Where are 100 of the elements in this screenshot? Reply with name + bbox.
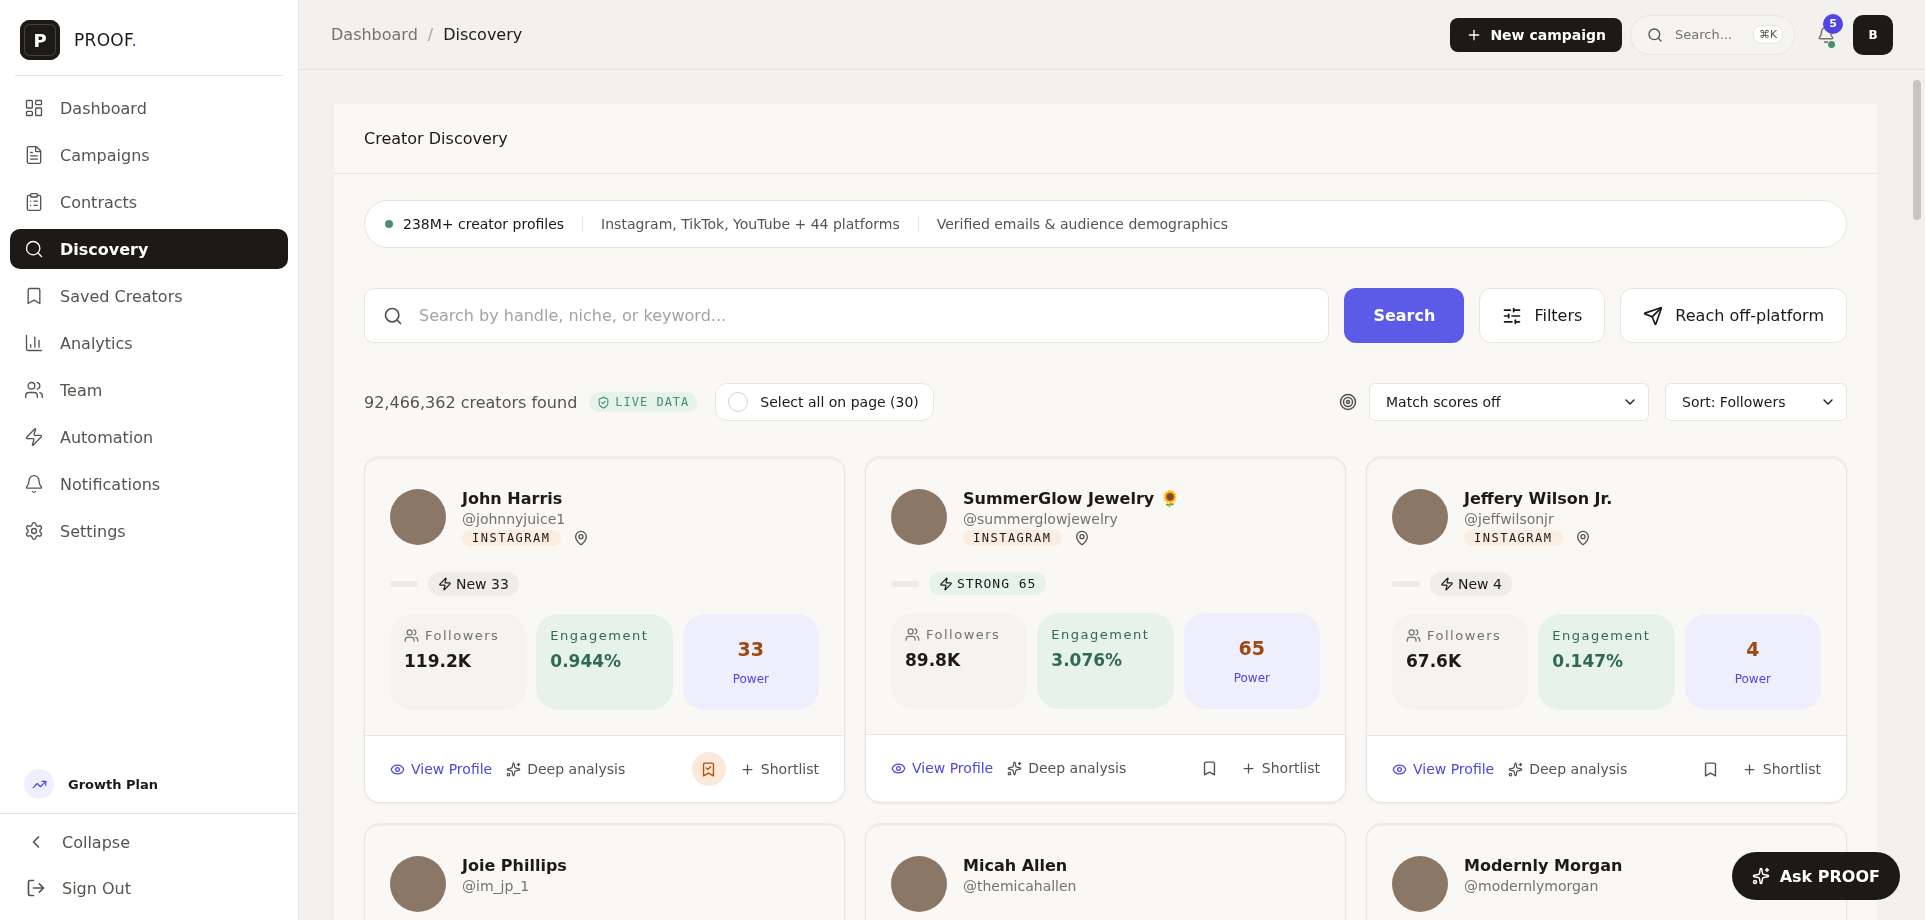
nav-icon — [24, 145, 44, 165]
sidebar-item[interactable]: Campaigns — [10, 135, 288, 175]
live-data-badge: LIVE DATA — [589, 392, 698, 412]
nav-icon — [24, 98, 44, 118]
nav-icon — [24, 192, 44, 212]
nav-icon — [24, 521, 44, 541]
search-field[interactable]: Search... — [1673, 26, 1743, 43]
ask-assistant-button[interactable]: Ask PROOF — [1731, 852, 1900, 900]
sidebar-item[interactable]: Contracts — [10, 182, 288, 222]
notification-icon[interactable] — [1817, 25, 1835, 44]
deep-analysis-link[interactable]: Deep analysis — [1007, 760, 1127, 776]
users-icon — [1406, 628, 1421, 643]
photo-placeholder — [390, 489, 446, 545]
user-avatar[interactable]: B — [1853, 14, 1893, 55]
bookmark-button[interactable] — [691, 752, 726, 786]
send-icon — [1643, 305, 1664, 326]
sidebar-item[interactable]: Dashboard — [10, 88, 288, 128]
bolt-icon — [438, 577, 452, 591]
sidebar-item[interactable]: Settings — [10, 511, 288, 551]
sidebar-item[interactable]: Notifications — [10, 464, 288, 504]
reach-off-platform-button[interactable]: Reach off-platform — [1620, 288, 1847, 343]
status-dot — [1828, 40, 1835, 48]
sign-out-button[interactable]: Sign Out — [10, 868, 288, 908]
match-score-select[interactable]: Match scores off — [1369, 383, 1649, 421]
nav-icon — [24, 380, 44, 400]
creator-handle: @jeffwilsonjr — [1464, 511, 1555, 527]
target-icon[interactable] — [1339, 393, 1357, 411]
creator-handle: @modernlymorgan — [1464, 878, 1600, 894]
metric-label: Engagement — [1552, 628, 1652, 643]
bolt-icon — [1440, 577, 1454, 591]
metric-label: Followers — [905, 627, 1014, 642]
stat-text: 238M+ creator profiles — [403, 216, 566, 232]
trend-icon — [24, 769, 54, 799]
collapse-button[interactable]: Collapse — [10, 822, 288, 862]
metric-value: 3.076% — [1051, 650, 1124, 670]
metric-label: Followers — [404, 628, 513, 643]
view-profile-link[interactable]: View Profile — [1392, 761, 1495, 777]
sidebar-item[interactable]: Discovery — [10, 229, 288, 269]
power-value: 33 — [737, 638, 765, 660]
power-label: Power — [1734, 672, 1771, 686]
sparkle-icon — [1751, 867, 1770, 885]
deep-analysis-link[interactable]: Deep analysis — [506, 761, 626, 777]
power-label: Power — [1233, 671, 1270, 685]
metric-value: 119.2K — [404, 651, 472, 671]
shortlist-button[interactable]: Shortlist — [1240, 760, 1320, 776]
metric-value: 0.944% — [550, 651, 623, 671]
creator-name: John Harris — [462, 489, 564, 508]
nav-icon — [24, 239, 44, 259]
creator-name: Modernly Morgan — [1464, 856, 1623, 875]
sparkle-icon — [1007, 760, 1023, 776]
creator-name: SummerGlow Jewelry 🌻 — [963, 489, 1180, 508]
sort-select[interactable]: Sort: Followers — [1665, 383, 1847, 421]
brand-logo: P — [20, 20, 60, 60]
score-tag: STRONG 65 — [929, 572, 1047, 595]
location-pin-icon — [1574, 530, 1591, 546]
creator-search-field[interactable]: Search by handle, niche, or keyword... — [417, 305, 1311, 326]
users-icon — [905, 627, 920, 642]
creator-search-bar[interactable]: Search by handle, niche, or keyword... — [364, 288, 1330, 343]
photo-placeholder — [891, 489, 947, 545]
filters-button[interactable]: Filters — [1479, 288, 1606, 343]
search-button[interactable]: Search — [1344, 288, 1465, 343]
deep-analysis-link[interactable]: Deep analysis — [1508, 761, 1628, 777]
eye-icon — [1392, 761, 1407, 777]
eye-icon — [390, 761, 405, 777]
creator-name: Joie Phillips — [462, 856, 567, 875]
sidebar-item[interactable]: Saved Creators — [10, 276, 288, 316]
plus-icon — [1240, 760, 1256, 776]
plus-icon — [1741, 761, 1757, 777]
power-value: 4 — [1746, 638, 1760, 660]
power-value: 65 — [1238, 637, 1266, 659]
new-campaign-button[interactable]: New campaign — [1450, 17, 1622, 52]
shortlist-button[interactable]: Shortlist — [739, 761, 819, 777]
checkbox[interactable] — [728, 392, 749, 412]
panel-title: Creator Discovery — [334, 104, 1877, 174]
metric-value: 0.147% — [1552, 651, 1625, 671]
plus-icon — [739, 761, 755, 777]
eye-icon — [891, 760, 906, 776]
select-all-checkbox[interactable]: Select all on page (30) — [715, 383, 934, 421]
shortlist-button[interactable]: Shortlist — [1741, 761, 1821, 777]
scrollbar-thumb[interactable] — [1913, 80, 1921, 220]
photo-placeholder — [1392, 856, 1448, 912]
breadcrumb-item[interactable]: Dashboard — [331, 25, 418, 44]
platform-tag: INSTAGRAM — [963, 530, 1062, 546]
results-count: 92,466,362 creators found — [364, 392, 578, 412]
logout-icon — [26, 878, 46, 898]
photo-placeholder — [891, 856, 947, 912]
status-dot — [385, 220, 393, 228]
sparkle-icon — [1508, 761, 1524, 777]
metric-label: Engagement — [550, 628, 650, 643]
metric-value: 67.6K — [1406, 651, 1463, 671]
users-icon — [404, 628, 419, 643]
view-profile-link[interactable]: View Profile — [891, 760, 994, 776]
platform-tag: INSTAGRAM — [462, 530, 561, 546]
notification-count: 5 — [1823, 13, 1843, 34]
sidebar-item[interactable]: Automation — [10, 417, 288, 457]
search-bar[interactable]: Search... ⌘K — [1630, 14, 1795, 55]
sidebar-item[interactable]: Analytics — [10, 323, 288, 363]
metric-label: Engagement — [1051, 627, 1151, 642]
view-profile-link[interactable]: View Profile — [390, 761, 493, 777]
sidebar-item[interactable]: Team — [10, 370, 288, 410]
